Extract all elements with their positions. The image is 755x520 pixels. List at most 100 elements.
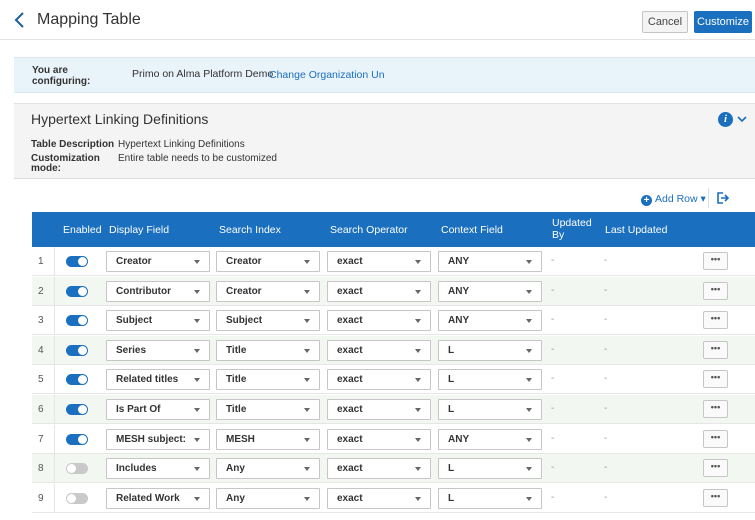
- caret-down-icon: [304, 319, 310, 324]
- enabled-toggle[interactable]: [66, 256, 88, 267]
- context-field-select[interactable]: L: [438, 458, 542, 480]
- info-icon[interactable]: i: [718, 112, 733, 127]
- row-number: 9: [38, 492, 44, 504]
- last-updated-value: -: [604, 314, 608, 326]
- context-field-value: L: [448, 374, 455, 386]
- column-header-updated-by[interactable]: Updated By: [552, 217, 592, 241]
- caret-down-icon: [526, 437, 532, 442]
- column-header-last-updated[interactable]: Last Updated: [605, 224, 667, 236]
- search-operator-select[interactable]: exact: [327, 428, 431, 450]
- column-header-search-index[interactable]: Search Index: [219, 224, 281, 236]
- context-field-select[interactable]: L: [438, 399, 542, 420]
- definition-panel: Hypertext Linking Definitions i Table De…: [14, 103, 755, 179]
- context-field-select[interactable]: L: [438, 369, 542, 391]
- search-index-value: Creator: [226, 256, 262, 267]
- display-field-select[interactable]: Subject: [106, 310, 210, 332]
- export-icon[interactable]: [716, 191, 730, 205]
- caret-down-icon: [194, 467, 200, 472]
- updated-by-value: -: [551, 403, 555, 414]
- search-operator-value: exact: [337, 374, 363, 386]
- display-field-select[interactable]: Series: [106, 339, 210, 361]
- row-divider: [54, 247, 55, 276]
- display-field-select[interactable]: Is Part Of: [106, 399, 210, 420]
- row-actions-button[interactable]: •••: [703, 459, 728, 478]
- search-index-select[interactable]: Subject: [216, 310, 320, 332]
- context-field-select[interactable]: ANY: [438, 310, 542, 332]
- search-operator-select[interactable]: exact: [327, 310, 431, 332]
- context-field-select[interactable]: L: [438, 339, 542, 361]
- context-field-select[interactable]: ANY: [438, 428, 542, 450]
- row-actions-button[interactable]: •••: [703, 252, 728, 270]
- enabled-toggle[interactable]: [66, 285, 88, 297]
- column-header-display-field[interactable]: Display Field: [109, 224, 169, 236]
- display-field-select[interactable]: MESH subject:: [106, 428, 210, 450]
- caret-down-icon: [526, 289, 532, 294]
- row-number: 1: [38, 256, 44, 267]
- search-operator-value: exact: [337, 433, 363, 445]
- row-actions-button[interactable]: •••: [703, 281, 728, 300]
- table-row: 9 Related Work Any exact L - - •••: [32, 483, 755, 513]
- enabled-toggle[interactable]: [66, 492, 88, 504]
- caret-down-icon: [415, 437, 421, 442]
- row-actions-button[interactable]: •••: [703, 400, 728, 418]
- search-operator-select[interactable]: exact: [327, 369, 431, 391]
- search-index-select[interactable]: Creator: [216, 251, 320, 272]
- chevron-left-icon[interactable]: [12, 10, 28, 30]
- search-operator-select[interactable]: exact: [327, 339, 431, 361]
- chevron-down-icon[interactable]: [736, 114, 748, 124]
- enabled-toggle[interactable]: [66, 374, 88, 386]
- enabled-toggle[interactable]: [66, 463, 88, 475]
- toggle-knob: [78, 405, 87, 414]
- enabled-toggle[interactable]: [66, 404, 88, 415]
- caret-down-icon: [415, 260, 421, 264]
- search-operator-value: exact: [337, 463, 363, 475]
- search-operator-select[interactable]: exact: [327, 487, 431, 509]
- display-field-select[interactable]: Related titles: [106, 369, 210, 391]
- row-number: 2: [38, 285, 44, 297]
- row-actions-button[interactable]: •••: [703, 488, 728, 507]
- search-index-select[interactable]: Creator: [216, 280, 320, 302]
- search-operator-select[interactable]: exact: [327, 399, 431, 420]
- row-divider: [54, 483, 55, 513]
- toolbar-divider: [708, 188, 709, 208]
- search-index-select[interactable]: Title: [216, 369, 320, 391]
- search-index-select[interactable]: MESH: [216, 428, 320, 450]
- context-field-select[interactable]: L: [438, 487, 542, 509]
- context-field-select[interactable]: ANY: [438, 251, 542, 272]
- last-updated-value: -: [604, 491, 608, 503]
- enabled-toggle[interactable]: [66, 344, 88, 356]
- row-actions-button[interactable]: •••: [703, 340, 728, 359]
- display-field-select[interactable]: Contributor: [106, 280, 210, 302]
- column-header-enabled[interactable]: Enabled: [63, 224, 102, 236]
- column-header-context-field[interactable]: Context Field: [441, 224, 503, 236]
- caret-down-icon: [304, 408, 310, 412]
- display-field-select[interactable]: Creator: [106, 251, 210, 272]
- enabled-toggle[interactable]: [66, 433, 88, 445]
- caret-down-icon: [526, 467, 532, 472]
- enabled-toggle[interactable]: [66, 315, 88, 327]
- row-divider: [54, 454, 55, 484]
- cancel-button[interactable]: Cancel: [642, 11, 688, 33]
- customize-button[interactable]: Customize: [694, 11, 752, 33]
- search-index-select[interactable]: Title: [216, 339, 320, 361]
- add-row-button[interactable]: + Add Row ▾: [641, 193, 706, 206]
- search-index-select[interactable]: Title: [216, 399, 320, 420]
- table-row: 5 Related titles Title exact L - - •••: [32, 365, 755, 395]
- row-divider: [54, 365, 55, 395]
- column-header-search-operator[interactable]: Search Operator: [330, 224, 408, 236]
- search-index-select[interactable]: Any: [216, 487, 320, 509]
- display-field-select[interactable]: Related Work: [106, 487, 210, 509]
- display-field-select[interactable]: Includes: [106, 458, 210, 480]
- search-index-select[interactable]: Any: [216, 458, 320, 480]
- table-row: 6 Is Part Of Title exact L - - •••: [32, 395, 755, 424]
- row-actions-button[interactable]: •••: [703, 311, 728, 330]
- search-operator-select[interactable]: exact: [327, 280, 431, 302]
- row-actions-button[interactable]: •••: [703, 429, 728, 448]
- change-organization-link[interactable]: Change Organization Un: [269, 69, 385, 81]
- row-actions-button[interactable]: •••: [703, 370, 728, 389]
- row-number: 7: [38, 433, 44, 445]
- search-operator-select[interactable]: exact: [327, 458, 431, 480]
- search-operator-select[interactable]: exact: [327, 251, 431, 272]
- search-index-value: Any: [226, 492, 245, 504]
- context-field-select[interactable]: ANY: [438, 280, 542, 302]
